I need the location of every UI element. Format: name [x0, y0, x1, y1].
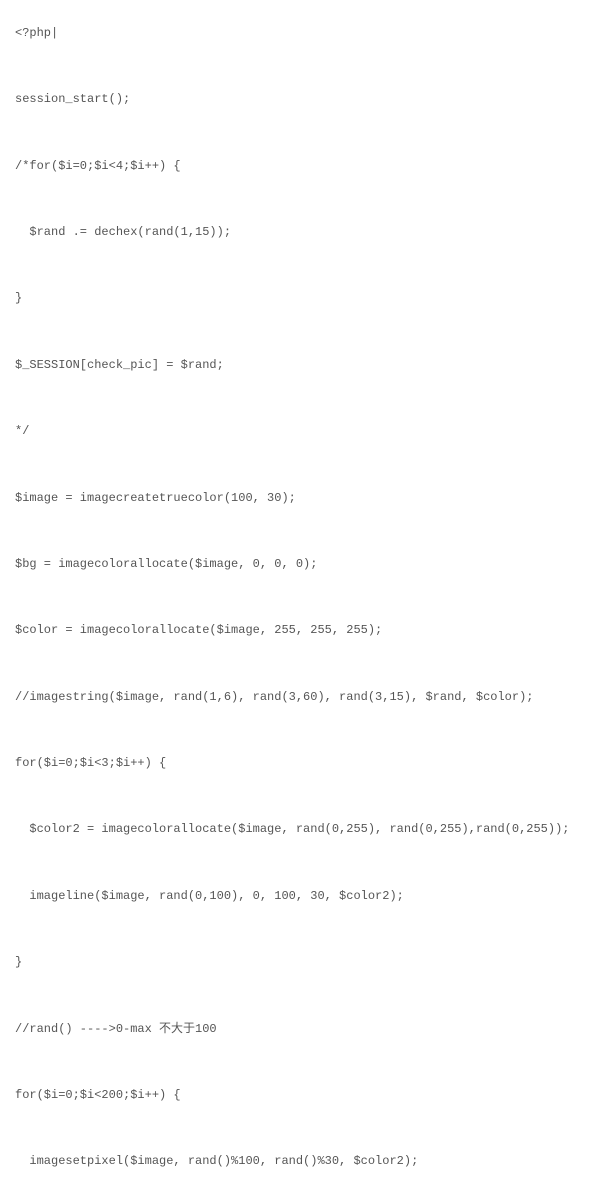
code-line: imageline($image, rand(0,100), 0, 100, 3…: [15, 888, 579, 905]
code-line: [15, 191, 579, 207]
code-line: [15, 1054, 579, 1070]
code-line: [15, 656, 579, 672]
code-line: /*for($i=0;$i<4;$i++) {: [15, 158, 579, 175]
code-line: //rand() ---->0-max 不大于100: [15, 1021, 579, 1038]
code-line: [15, 722, 579, 738]
code-line: session_start();: [15, 91, 579, 108]
code-line: [15, 789, 579, 805]
code-line: [15, 590, 579, 606]
code-line: [15, 390, 579, 406]
code-line: [15, 258, 579, 274]
code-line: }: [15, 954, 579, 971]
code-line: $_SESSION[check_pic] = $rand;: [15, 357, 579, 374]
code-line: [15, 921, 579, 937]
code-line: [15, 988, 579, 1004]
code-line: [15, 58, 579, 74]
code-line: $color = imagecolorallocate($image, 255,…: [15, 622, 579, 639]
code-line: $bg = imagecolorallocate($image, 0, 0, 0…: [15, 556, 579, 573]
code-line: [15, 855, 579, 871]
code-line: }: [15, 290, 579, 307]
code-line: [15, 125, 579, 141]
code-line: */: [15, 423, 579, 440]
code-line: for($i=0;$i<200;$i++) {: [15, 1087, 579, 1104]
code-line: for($i=0;$i<3;$i++) {: [15, 755, 579, 772]
code-line: $image = imagecreatetruecolor(100, 30);: [15, 490, 579, 507]
php-code-block: <?php| session_start(); /*for($i=0;$i<4;…: [15, 8, 579, 1187]
code-line: [15, 1121, 579, 1137]
code-line: $color2 = imagecolorallocate($image, ran…: [15, 821, 579, 838]
code-line: <?php|: [15, 25, 579, 42]
code-line: [15, 324, 579, 340]
code-line: $rand .= dechex(rand(1,15));: [15, 224, 579, 241]
code-line: [15, 523, 579, 539]
code-line: //imagestring($image, rand(1,6), rand(3,…: [15, 689, 579, 706]
code-line: [15, 457, 579, 473]
code-line: imagesetpixel($image, rand()%100, rand()…: [15, 1153, 579, 1170]
